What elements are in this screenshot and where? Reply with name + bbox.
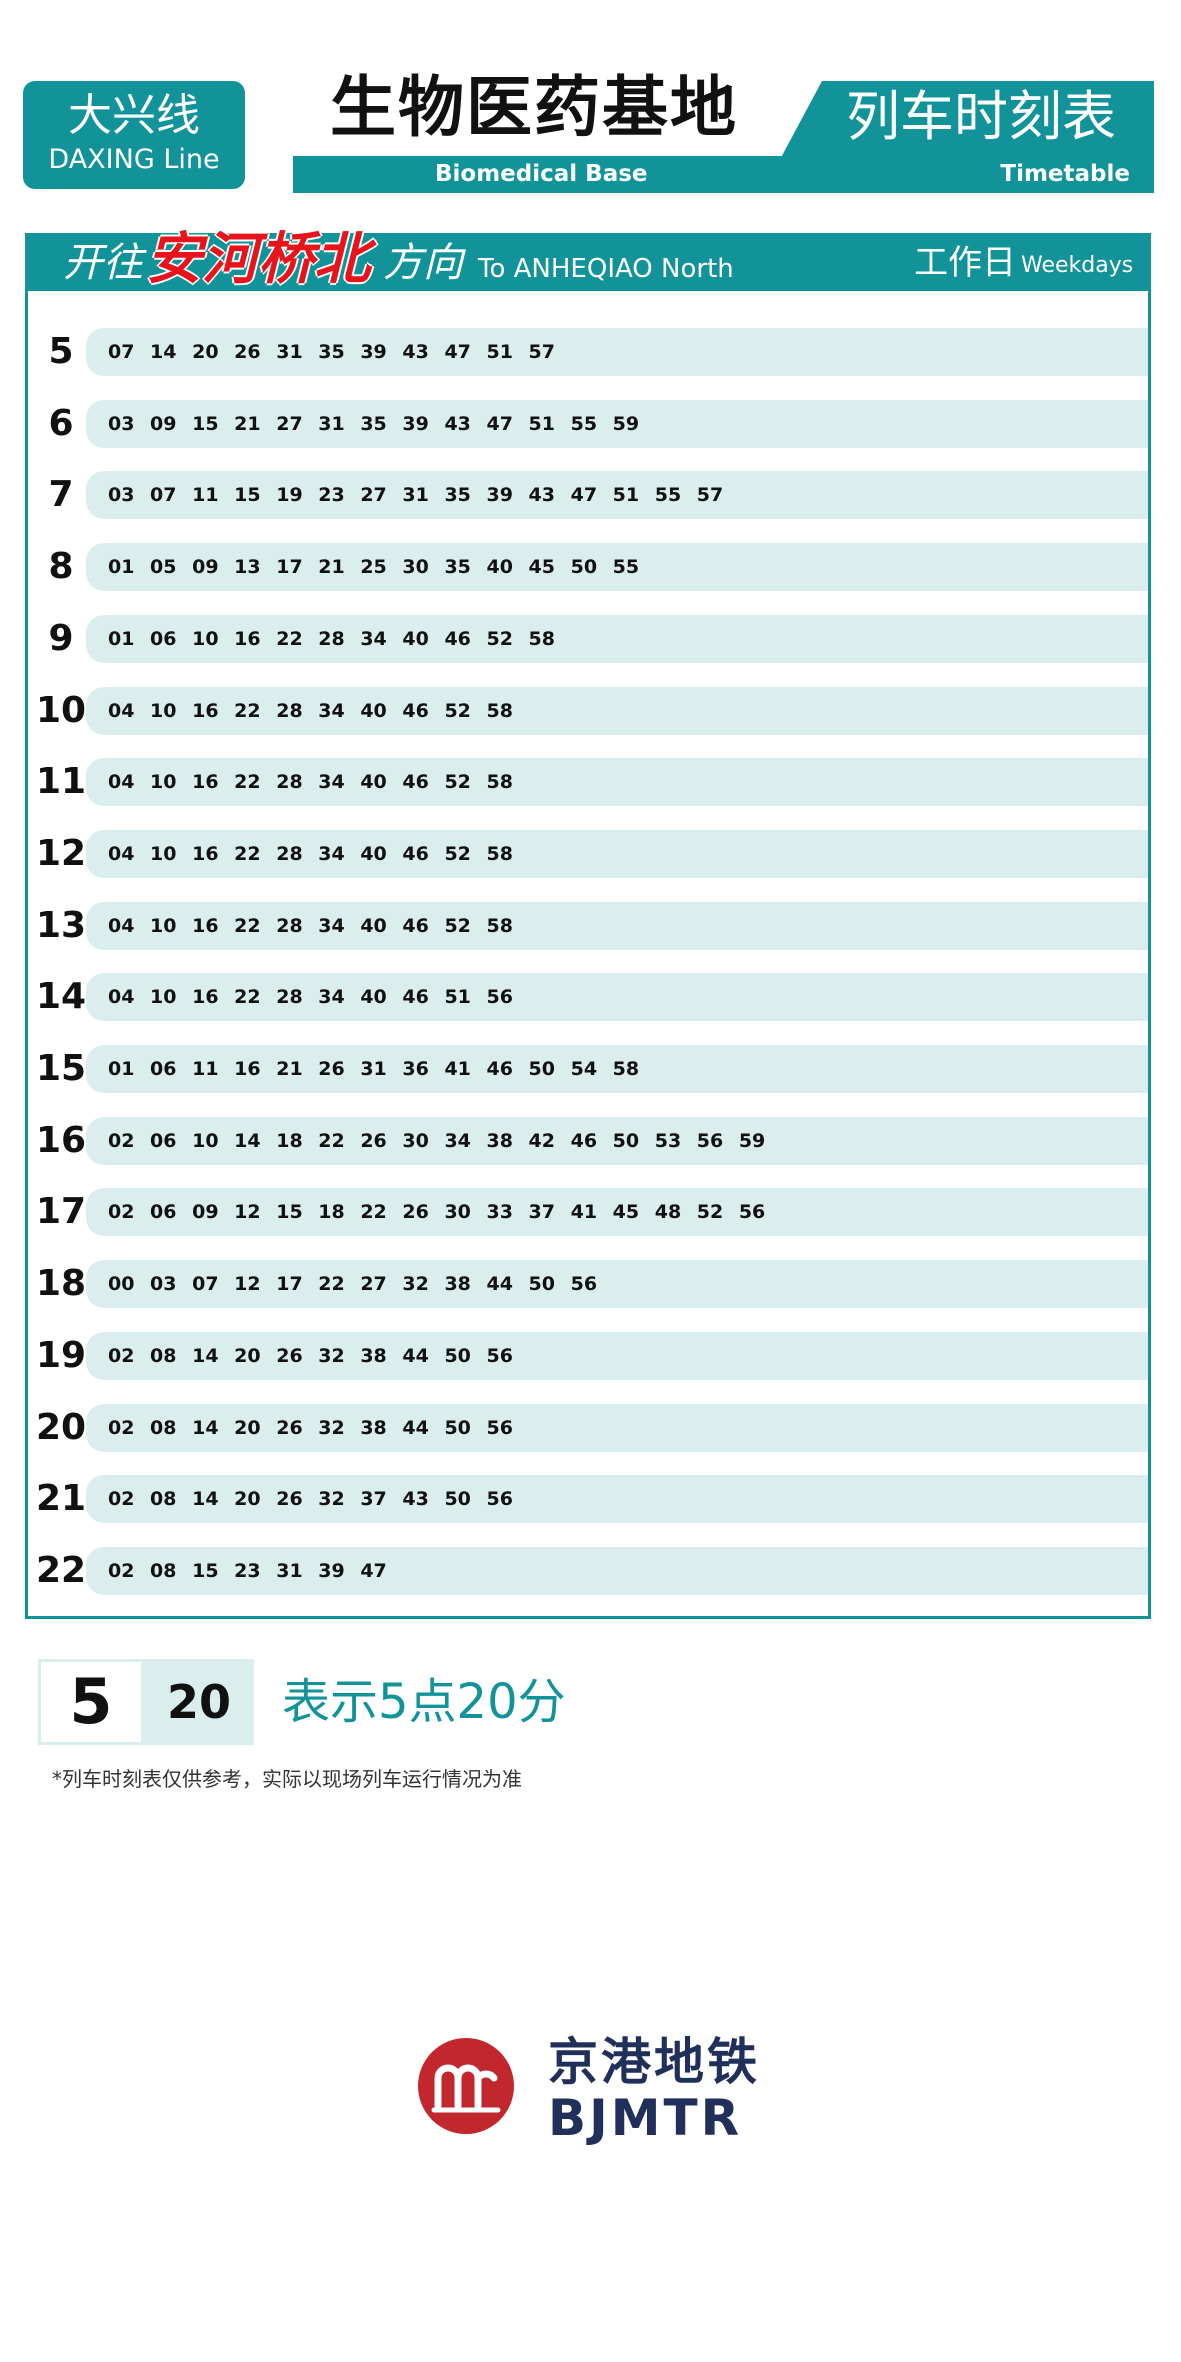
row-hour: 13 (35, 905, 87, 946)
row-hour: 15 (35, 1048, 87, 1089)
row-hour: 12 (35, 833, 87, 874)
schedule-row: 21 02 08 14 20 26 32 37 43 50 56 (28, 1475, 1148, 1527)
timetable-panel: 开往 安河桥北 方向 To ANHEQIAO North 工作日 Weekday… (25, 230, 1151, 1619)
row-minutes: 04 10 16 22 28 34 40 46 52 58 (108, 700, 513, 722)
schedule-row: 11 04 10 16 22 28 34 40 46 52 58 (28, 758, 1148, 810)
direction-prefix: 开往 (63, 240, 143, 286)
row-hour: 8 (48, 546, 74, 587)
line-name-cn: 大兴线 (68, 90, 200, 141)
row-minutes: 04 10 16 22 28 34 40 46 51 56 (108, 986, 513, 1008)
logo-text-cn: 京港地铁 (548, 2033, 760, 2091)
station-name-cn: 生物医药基地 (330, 69, 738, 146)
schedule-row: 12 04 10 16 22 28 34 40 46 52 58 (28, 830, 1148, 882)
schedule-row: 19 02 08 14 20 26 32 38 44 50 56 (28, 1332, 1148, 1384)
row-minutes: 02 08 14 20 26 32 38 44 50 56 (108, 1417, 513, 1439)
row-minutes: 01 06 11 16 21 26 31 36 41 46 50 54 58 (108, 1058, 640, 1080)
schedule-row: 9 01 06 10 16 22 28 34 40 46 52 58 (28, 615, 1148, 667)
row-minutes: 02 06 09 12 15 18 22 26 30 33 37 41 45 4… (108, 1201, 766, 1223)
schedule-row: 20 02 08 14 20 26 32 38 44 50 56 (28, 1404, 1148, 1456)
bjmtr-logo-icon (418, 2038, 514, 2134)
row-minutes: 04 10 16 22 28 34 40 46 52 58 (108, 771, 513, 793)
row-minutes: 01 05 09 13 17 21 25 30 35 40 45 50 55 (108, 556, 640, 578)
row-minutes: 02 08 14 20 26 32 37 43 50 56 (108, 1488, 513, 1510)
row-hour: 9 (48, 618, 74, 659)
timetable-title-cn: 列车时刻表 (846, 85, 1116, 148)
row-minutes: 07 14 20 26 31 35 39 43 47 51 57 (108, 341, 555, 363)
row-hour: 19 (35, 1335, 87, 1376)
line-name-en: DAXING Line (48, 144, 220, 175)
row-hour: 21 (35, 1478, 87, 1519)
row-hour: 22 (35, 1550, 87, 1591)
row-minutes: 01 06 10 16 22 28 34 40 46 52 58 (108, 628, 555, 650)
day-type-cn: 工作日 (914, 243, 1016, 283)
schedule-row: 14 04 10 16 22 28 34 40 46 51 56 (28, 973, 1148, 1025)
row-hour: 17 (35, 1191, 87, 1232)
schedule-row: 17 02 06 09 12 15 18 22 26 30 33 37 41 45… (28, 1188, 1148, 1240)
line-badge: 大兴线 DAXING Line (23, 81, 245, 189)
row-minutes: 03 07 11 15 19 23 27 31 35 39 43 47 51 5… (108, 484, 724, 506)
legend-explanation: 表示5点20分 (282, 1674, 566, 1730)
row-hour: 16 (35, 1120, 87, 1161)
schedule-row: 7 03 07 11 15 19 23 27 31 35 39 43 47 51 … (28, 471, 1148, 523)
row-hour: 11 (35, 761, 87, 802)
timetable-title-en: Timetable (1000, 161, 1130, 187)
row-minutes: 00 03 07 12 17 22 27 32 38 44 50 56 (108, 1273, 598, 1295)
schedule-row: 8 01 05 09 13 17 21 25 30 35 40 45 50 55 (28, 543, 1148, 595)
legend-hour: 5 (38, 1659, 144, 1745)
disclaimer-note: *列车时刻表仅供参考，实际以现场列车运行情况为准 (52, 1767, 522, 1791)
direction-terminal: 安河桥北 (146, 227, 370, 292)
direction-suffix: 方向 (383, 240, 463, 286)
row-hour: 10 (35, 690, 87, 731)
row-minutes: 04 10 16 22 28 34 40 46 52 58 (108, 843, 513, 865)
row-minutes: 02 08 15 23 31 39 47 (108, 1560, 387, 1582)
row-hour: 6 (48, 403, 74, 444)
row-minutes: 02 08 14 20 26 32 38 44 50 56 (108, 1345, 513, 1367)
row-minutes: 04 10 16 22 28 34 40 46 52 58 (108, 915, 513, 937)
schedule-row: 6 03 09 15 21 27 31 35 39 43 47 51 55 59 (28, 400, 1148, 452)
direction-header: 开往 安河桥北 方向 To ANHEQIAO North 工作日 Weekday… (28, 230, 1148, 291)
row-hour: 20 (35, 1407, 87, 1448)
schedule-row: 10 04 10 16 22 28 34 40 46 52 58 (28, 687, 1148, 739)
row-minutes: 03 09 15 21 27 31 35 39 43 47 51 55 59 (108, 413, 640, 435)
row-hour: 7 (48, 474, 74, 515)
schedule-row: 16 02 06 10 14 18 22 26 30 34 38 42 46 50… (28, 1117, 1148, 1169)
logo-text-en: BJMTR (548, 2089, 743, 2147)
schedule-row: 18 00 03 07 12 17 22 27 32 38 44 50 56 (28, 1260, 1148, 1312)
schedule-row: 15 01 06 11 16 21 26 31 36 41 46 50 54 58 (28, 1045, 1148, 1097)
day-type-en: Weekdays (1021, 253, 1134, 278)
row-minutes: 02 06 10 14 18 22 26 30 34 38 42 46 50 5… (108, 1130, 766, 1152)
direction-en: To ANHEQIAO North (478, 254, 734, 284)
schedule-row: 5 07 14 20 26 31 35 39 43 47 51 57 (28, 328, 1148, 380)
schedule-row: 22 02 08 15 23 31 39 47 (28, 1547, 1148, 1599)
legend-minute: 20 (144, 1659, 254, 1745)
station-name-en: Biomedical Base (435, 161, 648, 187)
row-hour: 14 (35, 976, 87, 1017)
row-hour: 5 (48, 331, 74, 372)
row-hour: 18 (35, 1263, 87, 1304)
schedule-row: 13 04 10 16 22 28 34 40 46 52 58 (28, 902, 1148, 954)
